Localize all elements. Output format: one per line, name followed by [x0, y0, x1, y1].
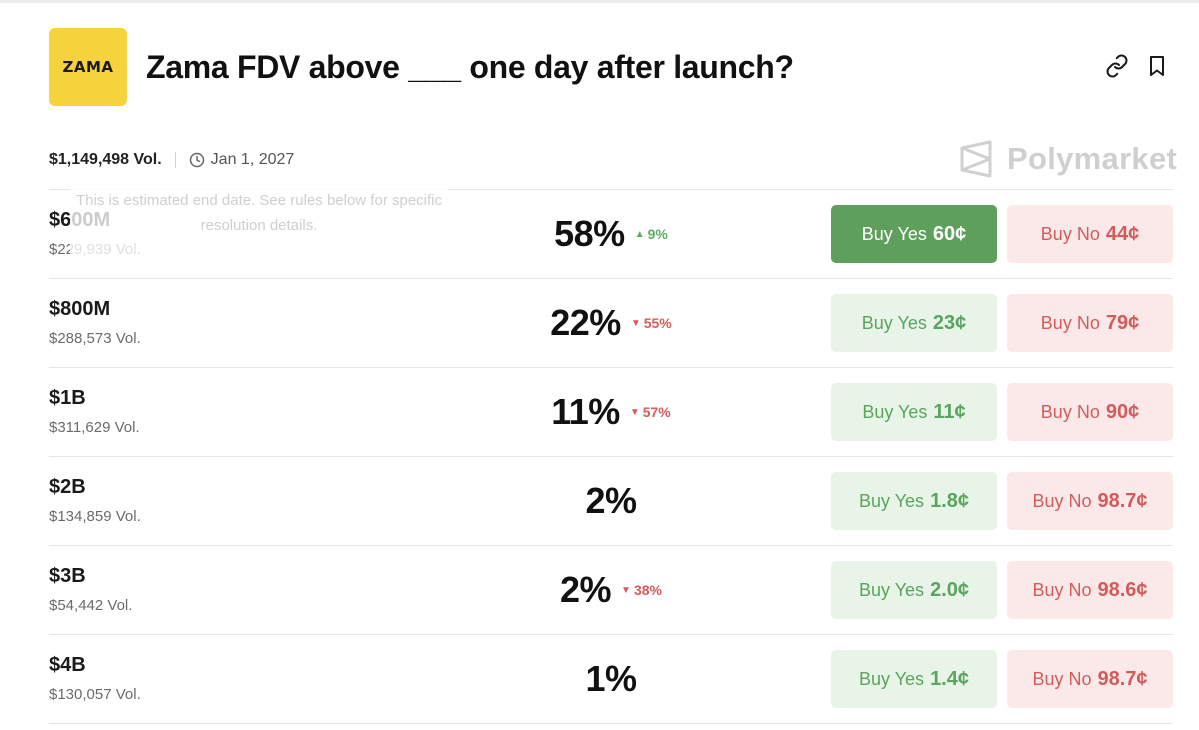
market-logo: ZAMA — [49, 28, 127, 106]
buy-no-button[interactable]: Buy No 79¢ — [1007, 294, 1173, 352]
change-arrow-icon: ▼ — [629, 406, 640, 418]
change-value: 57% — [642, 404, 671, 420]
logo-text: ZAMA — [62, 58, 114, 76]
change-value: 55% — [643, 315, 672, 331]
row-divider — [49, 723, 1173, 724]
outcome-volume: $134,859 Vol. — [49, 508, 141, 525]
buy-yes-price: 23¢ — [932, 311, 967, 334]
buy-yes-button[interactable]: Buy Yes 1.8¢ — [831, 472, 997, 530]
polymarket-logo-icon — [960, 140, 992, 178]
buy-no-price: 98.7¢ — [1097, 667, 1148, 690]
buy-yes-price: 1.4¢ — [930, 667, 969, 690]
buy-no-label: Buy No — [1032, 579, 1092, 600]
outcome-volume: $288,573 Vol. — [49, 330, 141, 347]
total-volume: $1,149,498 Vol. — [49, 151, 162, 168]
outcome-label: $3B — [49, 565, 86, 587]
outcome-list: $600M $229,939 Vol. 58% ▲ 9% Buy Yes 60¢… — [0, 190, 1199, 724]
buy-yes-label: Buy Yes — [861, 223, 927, 244]
outcome-label: $4B — [49, 654, 86, 676]
buy-yes-label: Buy Yes — [862, 401, 928, 422]
buy-yes-price: 11¢ — [933, 400, 966, 423]
probability-change: ▼ 57% — [630, 404, 671, 420]
outcome-row: $4B $130,057 Vol. 1% Buy Yes 1.4¢ Buy No… — [0, 635, 1199, 724]
market-page: ZAMA Zama FDV above ___ one day after la… — [0, 0, 1199, 730]
probability-value: 22% — [550, 302, 621, 343]
buy-no-price: 90¢ — [1105, 400, 1140, 423]
buy-yes-price: 60¢ — [932, 222, 967, 245]
change-arrow-icon: ▼ — [621, 584, 631, 596]
probability-value: 11% — [551, 391, 620, 432]
probability-change: ▲ 9% — [635, 226, 668, 242]
outcome-probability: 2% — [500, 479, 722, 523]
outcome-label: $1B — [49, 387, 86, 409]
buy-no-label: Buy No — [1032, 668, 1092, 689]
change-arrow-icon: ▲ — [634, 228, 645, 240]
buy-no-button[interactable]: Buy No 98.7¢ — [1007, 472, 1173, 530]
market-header: ZAMA Zama FDV above ___ one day after la… — [49, 28, 794, 106]
change-value: 38% — [633, 582, 662, 598]
outcome-volume: $311,629 Vol. — [49, 419, 140, 436]
probability-value: 1% — [585, 658, 637, 699]
probability-change: ▼ 55% — [631, 315, 672, 331]
buy-yes-price: 2.0¢ — [930, 578, 969, 601]
outcome-volume: $130,057 Vol. — [49, 686, 141, 703]
outcome-row: $1B $311,629 Vol. 11% ▼ 57% Buy Yes 11¢ … — [0, 368, 1199, 457]
change-arrow-icon: ▼ — [630, 317, 641, 329]
buy-no-price: 98.7¢ — [1097, 489, 1148, 512]
buy-yes-label: Buy Yes — [859, 668, 925, 689]
buy-yes-button[interactable]: Buy Yes 2.0¢ — [831, 561, 997, 619]
header-actions — [1105, 54, 1169, 78]
buy-no-price: 79¢ — [1105, 311, 1140, 334]
buy-no-button[interactable]: Buy No 44¢ — [1007, 205, 1173, 263]
outcome-row: $3B $54,442 Vol. 2% ▼ 38% Buy Yes 2.0¢ B… — [0, 546, 1199, 635]
buy-yes-button[interactable]: Buy Yes 60¢ — [831, 205, 997, 263]
probability-value: 58% — [554, 213, 625, 254]
outcome-probability: 2% ▼ 38% — [500, 568, 722, 612]
outcome-label: $2B — [49, 476, 86, 498]
meta-separator — [174, 152, 176, 168]
market-meta: $1,149,498 Vol. Jan 1, 2027 — [49, 148, 294, 172]
buy-no-price: 98.6¢ — [1097, 578, 1148, 601]
buy-yes-button[interactable]: Buy Yes 23¢ — [831, 294, 997, 352]
buy-no-button[interactable]: Buy No 90¢ — [1007, 383, 1173, 441]
buy-yes-label: Buy Yes — [859, 579, 925, 600]
outcome-label: $800M — [49, 298, 111, 320]
clock-icon[interactable] — [189, 152, 205, 168]
outcome-probability: 22% ▼ 55% — [500, 301, 722, 345]
polymarket-wordmark: Polymarket — [1007, 141, 1178, 176]
buy-no-label: Buy No — [1040, 401, 1100, 422]
outcome-row: $800M $288,573 Vol. 22% ▼ 55% Buy Yes 23… — [0, 279, 1199, 368]
link-icon[interactable] — [1105, 54, 1129, 78]
end-date: Jan 1, 2027 — [210, 151, 295, 168]
buy-no-price: 44¢ — [1105, 222, 1140, 245]
probability-change: ▼ 38% — [621, 582, 662, 598]
outcome-row: $2B $134,859 Vol. 2% Buy Yes 1.8¢ Buy No… — [0, 457, 1199, 546]
end-date-tooltip: This is estimated end date. See rules be… — [70, 188, 448, 260]
polymarket-brand: Polymarket — [959, 140, 1177, 178]
buy-no-button[interactable]: Buy No 98.7¢ — [1007, 650, 1173, 708]
buy-yes-button[interactable]: Buy Yes 1.4¢ — [831, 650, 997, 708]
buy-no-button[interactable]: Buy No 98.6¢ — [1007, 561, 1173, 619]
outcome-volume: $54,442 Vol. — [49, 597, 133, 614]
buy-no-label: Buy No — [1040, 223, 1100, 244]
market-title: Zama FDV above ___ one day after launch? — [146, 48, 794, 85]
buy-yes-label: Buy Yes — [859, 490, 925, 511]
buy-yes-label: Buy Yes — [861, 312, 927, 333]
probability-value: 2% — [585, 480, 637, 521]
change-value: 9% — [647, 226, 668, 242]
outcome-probability: 1% — [500, 657, 722, 701]
outcome-probability: 11% ▼ 57% — [500, 390, 722, 434]
buy-no-label: Buy No — [1032, 490, 1092, 511]
probability-value: 2% — [560, 569, 612, 610]
buy-yes-price: 1.8¢ — [930, 489, 969, 512]
top-divider — [0, 0, 1199, 3]
buy-yes-button[interactable]: Buy Yes 11¢ — [831, 383, 997, 441]
outcome-probability: 58% ▲ 9% — [500, 212, 722, 256]
bookmark-icon[interactable] — [1145, 54, 1169, 78]
buy-no-label: Buy No — [1040, 312, 1100, 333]
